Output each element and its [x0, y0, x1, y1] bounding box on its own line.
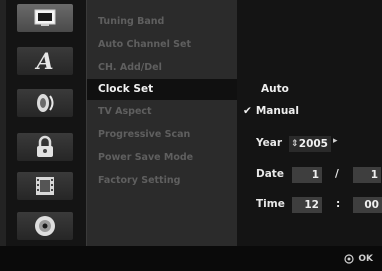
time-label: Time	[256, 198, 285, 210]
updown-arrows-icon: ⇕	[291, 139, 299, 149]
date-day-field[interactable]: 1	[353, 167, 381, 183]
setup-menu-screen: A Tuning Band Auto Channel Set CH. Add/D…	[0, 0, 382, 271]
enter-circle-icon	[344, 254, 354, 264]
film-recording-icon	[36, 177, 54, 195]
disc-icon	[35, 216, 55, 236]
sidebar-item-general[interactable]	[17, 4, 73, 32]
date-separator: /	[335, 168, 339, 180]
year-row: Year ⇕ 2005 ▸	[256, 136, 376, 152]
ok-label: OK	[358, 254, 373, 264]
monitor-icon	[34, 9, 56, 26]
sidebar-item-language[interactable]: A	[17, 47, 73, 75]
sidebar-item-recording[interactable]	[17, 172, 73, 200]
clock-settings-panel: Auto ✔ Manual Year ⇕ 2005 ▸ Date 1 / 1 Ti…	[237, 0, 382, 246]
ok-button[interactable]: OK	[344, 252, 373, 266]
menu-item-ch-add-del[interactable]: CH. Add/Del	[87, 57, 237, 78]
menu-item-tuning-band[interactable]: Tuning Band	[87, 11, 237, 32]
time-minute-field[interactable]: 00	[353, 197, 382, 213]
menu-item-clock-set[interactable]: Clock Set	[87, 79, 237, 100]
year-field[interactable]: ⇕ 2005	[289, 136, 331, 152]
time-row: Time 12 : 00 AM	[256, 197, 382, 213]
sidebar-item-audio[interactable]	[17, 89, 73, 117]
option-auto[interactable]: Auto	[261, 83, 289, 95]
checkmark-icon: ✔	[243, 105, 252, 117]
speaker-audio-icon	[37, 94, 54, 112]
time-hour-field[interactable]: 12	[292, 197, 322, 213]
menu-item-power-save-mode[interactable]: Power Save Mode	[87, 147, 237, 168]
time-separator: :	[336, 198, 341, 210]
menu-item-progressive-scan[interactable]: Progressive Scan	[87, 124, 237, 145]
sidebar-item-disc[interactable]	[17, 212, 73, 240]
menu-item-tv-aspect[interactable]: TV Aspect	[87, 101, 237, 122]
sidebar-item-lock[interactable]	[17, 133, 73, 161]
language-a-icon: A	[34, 49, 53, 73]
sidebar: A	[6, 0, 86, 246]
menu-item-auto-channel-set[interactable]: Auto Channel Set	[87, 34, 237, 55]
year-label: Year	[256, 137, 283, 149]
padlock-icon	[37, 135, 53, 157]
svg-text:A: A	[34, 49, 53, 73]
option-manual-label: Manual	[255, 105, 299, 117]
arrow-right-icon: ▸	[333, 136, 338, 146]
settings-menu: Tuning Band Auto Channel Set CH. Add/Del…	[86, 0, 238, 246]
date-label: Date	[256, 168, 284, 180]
bottom-bar: OK	[0, 246, 382, 271]
date-month-field[interactable]: 1	[292, 167, 322, 183]
date-row: Date 1 / 1	[256, 167, 381, 183]
menu-item-factory-setting[interactable]: Factory Setting	[87, 170, 237, 191]
year-value: 2005	[298, 138, 328, 150]
option-manual[interactable]: ✔ Manual	[243, 105, 299, 117]
